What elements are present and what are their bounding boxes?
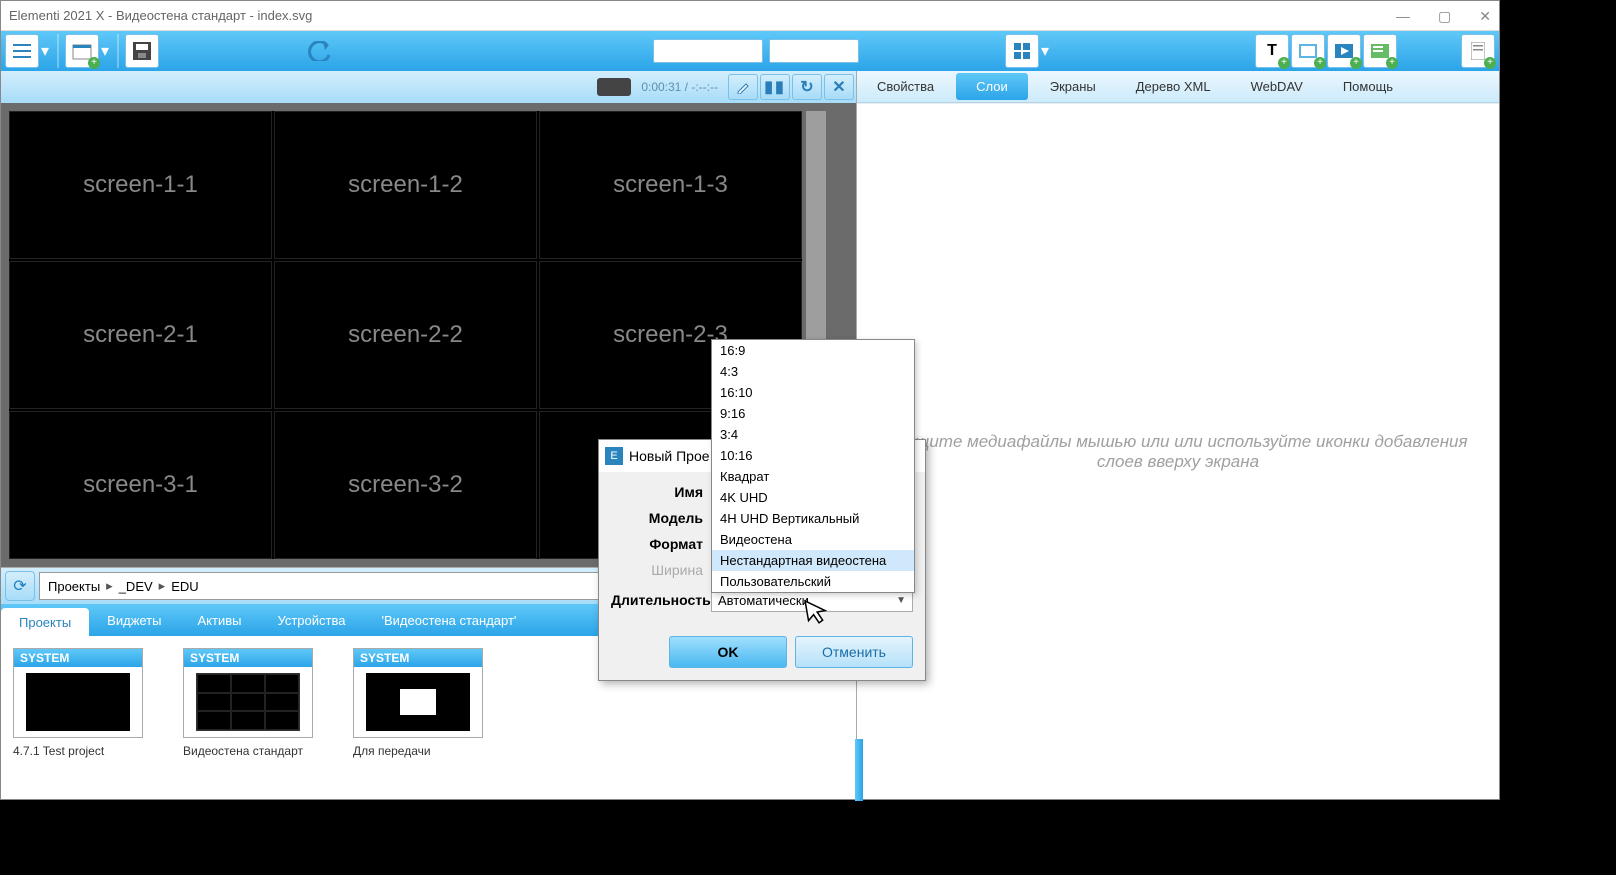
add-video-button[interactable]: + xyxy=(1327,34,1361,68)
menu-button[interactable] xyxy=(5,34,39,68)
bc-item[interactable]: _DEV xyxy=(119,579,153,594)
toolbar-combo-1[interactable] xyxy=(653,39,763,63)
ok-button[interactable]: OK xyxy=(669,636,787,668)
project-item[interactable]: SYSTEM Для передачи xyxy=(353,648,483,787)
dropdown-item[interactable]: 9:16 xyxy=(712,403,914,424)
dialog-title: Новый Прое xyxy=(629,448,710,464)
preview-time: 0:00:31 / -:--:-- xyxy=(641,80,718,94)
tab-xml-tree[interactable]: Дерево XML xyxy=(1116,71,1231,102)
dropdown-item[interactable]: 4K UHD xyxy=(712,487,914,508)
close-preview-button[interactable]: ✕ xyxy=(824,74,854,100)
right-pane: Свойства Слои Экраны Дерево XML WebDAV П… xyxy=(856,71,1499,799)
app-window: Elementi 2021 X - Видеостена стандарт - … xyxy=(0,0,1500,800)
screen-3-1[interactable]: screen-3-1 xyxy=(9,411,272,559)
tab-projects[interactable]: Проекты xyxy=(1,608,89,636)
edit-button[interactable] xyxy=(728,74,758,100)
screen-1-1[interactable]: screen-1-1 xyxy=(9,111,272,259)
name-label: Имя xyxy=(611,484,711,500)
project-item[interactable]: SYSTEM Видеостена стандарт xyxy=(183,648,313,787)
save-button[interactable] xyxy=(125,34,159,68)
refresh-button[interactable]: ⟳ xyxy=(5,571,35,601)
titlebar: Elementi 2021 X - Видеостена стандарт - … xyxy=(1,1,1499,31)
undo-button[interactable] xyxy=(303,34,337,68)
dropdown-item[interactable]: 4:3 xyxy=(712,361,914,382)
dropdown-item[interactable]: Видеостена xyxy=(712,529,914,550)
titlebar-text: Elementi 2021 X - Видеостена стандарт - … xyxy=(9,1,312,31)
dropdown-item[interactable]: Квадрат xyxy=(712,466,914,487)
model-label: Модель xyxy=(611,510,711,526)
screen-1-2[interactable]: screen-1-2 xyxy=(274,111,537,259)
add-image-button[interactable]: + xyxy=(1291,34,1325,68)
tab-assets[interactable]: Активы xyxy=(179,604,259,636)
right-tabs: Свойства Слои Экраны Дерево XML WebDAV П… xyxy=(857,71,1499,103)
app-icon: E xyxy=(605,447,623,465)
pause-button[interactable]: ▮▮ xyxy=(760,74,790,100)
screen-3-2[interactable]: screen-3-2 xyxy=(274,411,537,559)
tab-layers[interactable]: Слои xyxy=(956,73,1028,100)
toolbar-combo-2[interactable] xyxy=(769,39,859,63)
add-playlist-button[interactable]: + xyxy=(1363,34,1397,68)
tab-properties[interactable]: Свойства xyxy=(857,71,954,102)
dropdown-item-highlighted[interactable]: Нестандартная видеостена xyxy=(712,550,914,571)
dropdown-item[interactable]: 4H UHD Вертикальный xyxy=(712,508,914,529)
screen-1-3[interactable]: screen-1-3 xyxy=(539,111,802,259)
screen-2-1[interactable]: screen-2-1 xyxy=(9,261,272,409)
tab-screens[interactable]: Экраны xyxy=(1030,71,1116,102)
minimize-icon[interactable]: — xyxy=(1396,1,1410,31)
width-label: Ширина xyxy=(611,562,711,578)
dropdown-item[interactable]: 10:16 xyxy=(712,445,914,466)
maximize-icon[interactable]: ▢ xyxy=(1438,1,1451,31)
main-toolbar: ▾ + ▾ ▾ T+ + + + + xyxy=(1,31,1499,71)
format-label: Формат xyxy=(611,536,711,552)
reload-button[interactable]: ↻ xyxy=(792,74,822,100)
menu-dropdown-arrow[interactable]: ▾ xyxy=(41,41,51,61)
vertical-divider[interactable] xyxy=(855,739,863,801)
project-item[interactable]: SYSTEM 4.7.1 Test project xyxy=(13,648,143,787)
dropdown-item[interactable]: 16:10 xyxy=(712,382,914,403)
close-icon[interactable]: ✕ xyxy=(1479,1,1491,31)
window-buttons: — ▢ ✕ xyxy=(1396,1,1491,31)
bc-item[interactable]: EDU xyxy=(171,579,198,594)
battery-icon xyxy=(597,78,631,96)
dropdown-item[interactable]: Пользовательский xyxy=(712,571,914,592)
grid-dropdown-arrow[interactable]: ▾ xyxy=(1041,41,1051,61)
new-dropdown-arrow[interactable]: ▾ xyxy=(101,41,111,61)
bc-item[interactable]: Проекты xyxy=(48,579,100,594)
layers-empty-hint: …ащите медиафайлы мышью или ​или использ… xyxy=(857,103,1499,799)
screen-2-2[interactable]: screen-2-2 xyxy=(274,261,537,409)
tab-devices[interactable]: Устройства xyxy=(259,604,363,636)
chevron-down-icon: ▼ xyxy=(896,595,906,606)
tab-widgets[interactable]: Виджеты xyxy=(89,604,179,636)
add-text-button[interactable]: T+ xyxy=(1255,34,1289,68)
cancel-button[interactable]: Отменить xyxy=(795,636,913,668)
tab-webdav[interactable]: WebDAV xyxy=(1231,71,1323,102)
format-dropdown: 16:9 4:3 16:10 9:16 3:4 10:16 Квадрат 4K… xyxy=(711,339,915,593)
tab-help[interactable]: Помощь xyxy=(1323,71,1413,102)
tab-videowall[interactable]: 'Видеостена стандарт' xyxy=(363,604,534,636)
preview-toolbar: 0:00:31 / -:--:-- ▮▮ ↻ ✕ xyxy=(1,71,856,103)
grid-view-button[interactable] xyxy=(1005,34,1039,68)
new-project-button[interactable]: + xyxy=(65,34,99,68)
duration-label: Длительность xyxy=(611,592,711,608)
dropdown-item[interactable]: 3:4 xyxy=(712,424,914,445)
add-document-button[interactable]: + xyxy=(1461,34,1495,68)
dropdown-item[interactable]: 16:9 xyxy=(712,340,914,361)
